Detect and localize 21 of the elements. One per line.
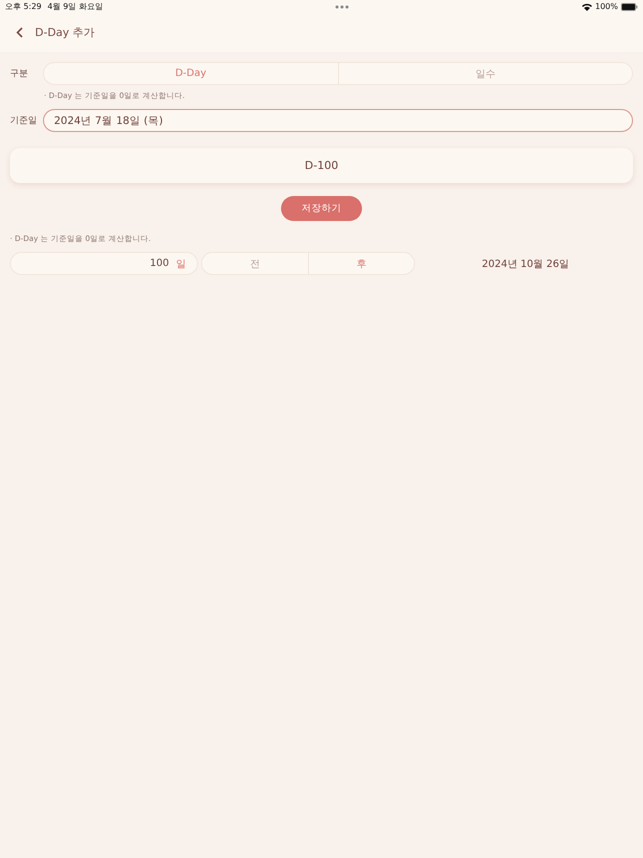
status-time: 오후 5:29 — [5, 1, 42, 12]
type-option[interactable]: 일수 — [338, 63, 632, 84]
status-date: 4월 9일 화요일 — [48, 1, 103, 12]
direction-option[interactable]: 전 — [202, 253, 308, 274]
result-date: 2024년 10월 26일 — [480, 258, 570, 270]
more-icon — [335, 4, 350, 8]
type-label: 구분 — [10, 68, 29, 80]
days-value: 100 — [150, 258, 169, 269]
battery-percent: 100% — [595, 2, 618, 11]
days-unit: 일 — [176, 258, 186, 270]
battery-icon — [621, 2, 638, 10]
direction-option[interactable]: 후 — [308, 253, 414, 274]
page-title: D-Day 추가 — [35, 25, 95, 40]
type-option[interactable]: D-Day — [44, 63, 338, 84]
date-field[interactable]: 2024년 7월 18일 (목) — [43, 109, 633, 132]
days-field[interactable]: 100 일 — [10, 252, 198, 275]
wifi-icon — [582, 2, 592, 10]
base-date-label: 기준일 — [10, 115, 35, 127]
result-text: D-100 — [304, 159, 338, 172]
save-button[interactable]: 저장하기 — [281, 196, 362, 221]
back-icon[interactable] — [16, 27, 23, 38]
